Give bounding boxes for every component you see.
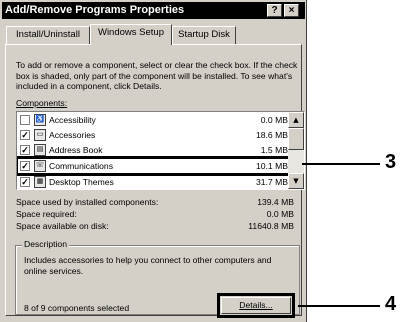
components-label: Components: (16, 98, 68, 108)
callout-number-3: 3 (385, 151, 397, 173)
component-size: 0.0 MB (260, 115, 288, 125)
component-size: 31.7 MB (255, 177, 288, 187)
stat-label: Space available on disk: (16, 221, 109, 231)
component-size: 18.6 MB (255, 130, 288, 140)
checkbox[interactable]: ✓ (20, 177, 30, 187)
checkbox[interactable]: ✓ (20, 130, 30, 140)
close-button[interactable]: × (284, 4, 299, 17)
callout-line-3 (302, 163, 380, 165)
intro-text: To add or remove a component, select or … (16, 60, 298, 91)
checkbox[interactable] (20, 115, 30, 125)
stat-label: Space used by installed components: (16, 197, 159, 207)
space-required-row: Space required: 0.0 MB (16, 209, 294, 220)
description-text: Includes accessories to help you connect… (24, 255, 272, 276)
component-name: Accessibility (49, 115, 96, 125)
desktop-themes-icon: ▦ (34, 176, 46, 188)
communications-icon: ☏ (34, 160, 46, 172)
stat-value: 0.0 MB (266, 209, 294, 219)
accessibility-icon: ♿ (34, 114, 46, 126)
list-item-accessibility[interactable]: ♿ Accessibility 0.0 MB (18, 113, 288, 127)
stat-value: 139.4 MB (257, 197, 294, 207)
add-remove-programs-dialog: Add/Remove Programs Properties ? × Insta… (0, 0, 307, 322)
stat-label: Space required: (16, 209, 77, 219)
scroll-thumb[interactable] (288, 128, 304, 150)
scroll-down-arrow-icon[interactable]: ▼ (288, 173, 304, 189)
space-used-row: Space used by installed components: 139.… (16, 197, 294, 208)
list-item-accessories[interactable]: ✓ ▭ Accessories 18.6 MB (18, 128, 288, 142)
tab-windows-setup[interactable]: Windows Setup (90, 24, 172, 45)
callout-number-4: 4 (385, 293, 397, 315)
components-list[interactable]: ♿ Accessibility 0.0 MB ✓ ▭ Accessories 1… (16, 111, 305, 190)
component-size: 10.1 MB (255, 161, 288, 171)
component-name: Desktop Themes (49, 177, 114, 187)
scroll-up-arrow-icon[interactable]: ▲ (288, 112, 304, 128)
help-button[interactable]: ? (267, 4, 282, 17)
details-button-face[interactable]: Details... (221, 297, 291, 314)
space-available-row: Space available on disk: 11640.8 MB (16, 221, 294, 232)
component-name: Communications (49, 161, 113, 171)
tab-startup-disk[interactable]: Startup Disk (172, 26, 236, 44)
window-title: Add/Remove Programs Properties (5, 4, 185, 16)
component-name: Accessories (49, 130, 96, 140)
title-bar: Add/Remove Programs Properties ? × (2, 2, 305, 19)
stat-value: 11640.8 MB (248, 221, 294, 231)
component-name: Address Book (49, 145, 103, 155)
tab-install-uninstall[interactable]: Install/Uninstall (6, 26, 90, 44)
list-item-communications[interactable]: ✓ ☏ Communications 10.1 MB (17, 156, 291, 176)
checkbox[interactable]: ✓ (20, 145, 30, 155)
details-button[interactable]: Details... (217, 293, 295, 318)
details-button-label: Details... (239, 300, 273, 310)
callout-line-4 (298, 305, 380, 307)
list-item-address-book[interactable]: ✓ ▤ Address Book 1.5 MB (18, 143, 288, 157)
address-book-icon: ▤ (34, 144, 46, 156)
vertical-scrollbar[interactable]: ▲ ▼ (288, 112, 304, 189)
checkbox[interactable]: ✓ (20, 161, 30, 171)
selected-count: 8 of 9 components selected (24, 303, 130, 313)
component-size: 1.5 MB (260, 145, 288, 155)
description-title: Description (22, 239, 69, 249)
list-item-desktop-themes[interactable]: ✓ ▦ Desktop Themes 31.7 MB (18, 175, 288, 189)
accessories-icon: ▭ (34, 129, 46, 141)
